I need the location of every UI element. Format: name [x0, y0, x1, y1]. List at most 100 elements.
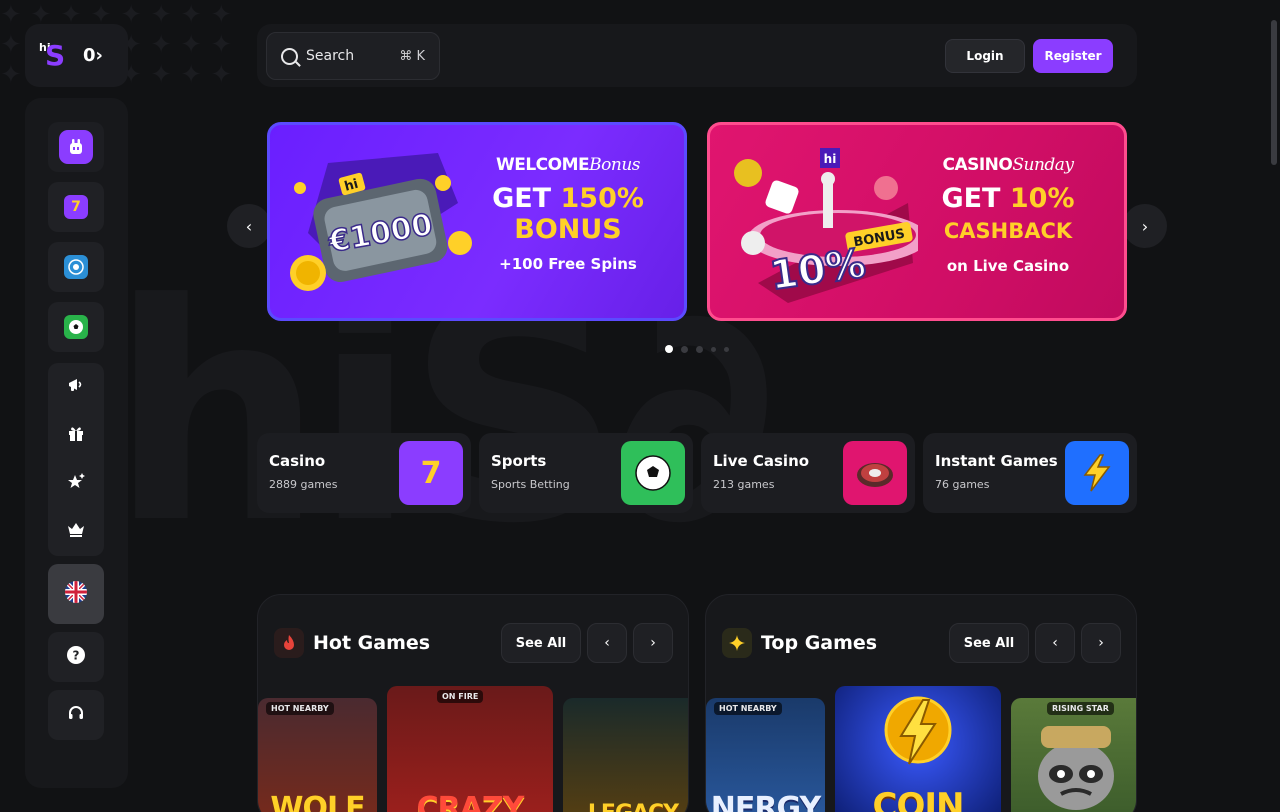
login-button[interactable]: Login	[945, 39, 1025, 73]
category-card-casino[interactable]: Casino 2889 games 7	[257, 433, 471, 513]
category-card-sports[interactable]: Sports Sports Betting	[479, 433, 693, 513]
section-title: Hot Games	[313, 632, 431, 654]
see-all-button[interactable]: See All	[949, 623, 1029, 663]
next-button[interactable]: ›	[633, 623, 673, 663]
banner-heading: CASINOSunday	[908, 155, 1108, 175]
raccoon-illustration	[1038, 726, 1114, 810]
game-card[interactable]: HOT NEARBY NERGY	[706, 698, 825, 812]
game-badge: RISING STAR	[1047, 702, 1114, 715]
page-scrollbar[interactable]	[1271, 20, 1277, 165]
top-bar: Search ⌘ K Login Register	[257, 24, 1137, 87]
game-card[interactable]: HOT NEARBY WOLF	[258, 698, 377, 812]
next-button[interactable]: ›	[1081, 623, 1121, 663]
casino-sunday-banner[interactable]: hi BONUS 10% CASINOSunday GET 10% CASHBA…	[707, 122, 1127, 321]
lightning-icon	[884, 696, 952, 765]
roulette-icon	[843, 441, 907, 505]
banner-offer-plain: GET	[492, 183, 561, 214]
category-card-live-casino[interactable]: Live Casino 213 games	[701, 433, 915, 513]
banner-heading: WELCOMEBonus	[468, 155, 668, 175]
roulette-icon	[64, 255, 88, 279]
sidebar-item-casino[interactable]: 7	[48, 182, 104, 232]
chevron-right-icon: ›	[1098, 635, 1104, 651]
game-card[interactable]: COIN	[835, 686, 1001, 812]
category-title: Casino	[269, 452, 326, 470]
search-button[interactable]: Search ⌘ K	[266, 32, 440, 80]
sidebar-item-promotions[interactable]	[48, 363, 104, 411]
category-card-instant-games[interactable]: Instant Games 76 games	[923, 433, 1137, 513]
banner-subtext: +100 Free Spins	[499, 255, 637, 273]
game-badge: ON FIRE	[437, 690, 484, 703]
sidebar-toggle-button[interactable]: 0›	[83, 45, 103, 66]
carousel-dot[interactable]	[665, 345, 673, 353]
game-title: WOLF	[270, 791, 365, 812]
carousel-dot[interactable]	[711, 346, 716, 352]
sparkle-star-icon	[66, 471, 86, 495]
sidebar-item-promo[interactable]	[48, 122, 104, 172]
megaphone-icon	[66, 375, 86, 399]
slot-seven-icon: 7	[64, 195, 88, 219]
category-title: Sports	[491, 452, 547, 470]
game-card[interactable]: ON FIRE CRAZY	[387, 686, 553, 812]
banner-heading-plain: CASINO	[942, 155, 1013, 175]
uk-flag-icon	[64, 580, 88, 608]
game-card[interactable]: LEGACY	[563, 698, 688, 812]
prev-button[interactable]: ‹	[587, 623, 627, 663]
soccer-ball-icon	[621, 441, 685, 505]
soccer-ball-icon	[64, 315, 88, 339]
logo-s: S	[45, 38, 66, 72]
category-subtitle: 76 games	[935, 478, 990, 491]
banner-offer-label: BONUS	[514, 214, 622, 245]
treasure-chest-illustration: hi €1000	[290, 153, 472, 291]
roulette-illustration: hi BONUS 10%	[734, 148, 918, 303]
game-badge: HOT NEARBY	[714, 702, 782, 715]
sidebar: 7 ?	[25, 98, 128, 788]
game-badge: HOT NEARBY	[266, 702, 334, 715]
sidebar-item-support[interactable]	[48, 690, 104, 740]
search-icon	[281, 47, 298, 65]
banner-offer: GET 150% BONUS	[468, 183, 668, 245]
sidebar-menu-group	[48, 363, 104, 556]
question-icon: ?	[66, 645, 86, 669]
banner-offer-plain: GET	[941, 183, 1010, 214]
game-title: LEGACY	[563, 801, 688, 812]
lightning-icon	[1065, 441, 1129, 505]
search-shortcut: ⌘ K	[399, 48, 425, 64]
see-all-button[interactable]: See All	[501, 623, 581, 663]
carousel-dot[interactable]	[724, 346, 729, 352]
game-card[interactable]: RISING STAR	[1011, 698, 1136, 812]
sidebar-item-vip[interactable]	[48, 507, 104, 555]
carousel-next-button[interactable]: ›	[1123, 204, 1167, 248]
banner-heading-plain: WELCOME	[495, 155, 590, 175]
prev-button[interactable]: ‹	[1035, 623, 1075, 663]
category-subtitle: Sports Betting	[491, 478, 570, 491]
carousel-dot[interactable]	[681, 345, 688, 353]
sidebar-item-favorites[interactable]	[48, 459, 104, 507]
banner-offer-value: 10%	[1009, 183, 1075, 214]
game-title: COIN	[872, 786, 965, 812]
chevron-left-icon: ‹	[604, 635, 610, 651]
welcome-bonus-text: WELCOMEBonus GET 150% BONUS +100 Free Sp…	[468, 155, 668, 273]
chevron-right-icon: ›	[650, 635, 656, 651]
register-button[interactable]: Register	[1033, 39, 1113, 73]
welcome-bonus-banner[interactable]: hi €1000 WELCOMEBonus GET 150% BONUS +10…	[267, 122, 687, 321]
carousel-dot[interactable]	[696, 345, 703, 353]
banner-subtext: on Live Casino	[946, 257, 1070, 275]
sidebar-item-live-casino[interactable]	[48, 242, 104, 292]
banner-offer-value: 150%	[560, 183, 644, 214]
roulette-hi-badge: hi	[824, 152, 837, 166]
category-title: Live Casino	[713, 452, 810, 470]
sidebar-item-gift[interactable]	[48, 411, 104, 459]
brand-logo[interactable]: hi S	[39, 38, 67, 72]
section-title: Top Games	[761, 632, 878, 654]
sidebar-item-language[interactable]	[48, 564, 104, 624]
casino-sunday-text: CASINOSunday GET 10% CASHBACK on Live Ca…	[908, 155, 1108, 275]
top-games-section: Top Games See All ‹ › HOT NEARBY NERGY C…	[705, 594, 1137, 812]
category-subtitle: 213 games	[713, 478, 775, 491]
sidebar-item-sports[interactable]	[48, 302, 104, 352]
carousel-dots	[665, 345, 729, 353]
slot-seven-icon: 7	[399, 441, 463, 505]
banner-offer-label: CASHBACK	[943, 219, 1073, 243]
sparkle-icon	[722, 628, 752, 658]
sidebar-item-help[interactable]: ?	[48, 632, 104, 682]
carousel-prev-button[interactable]: ‹	[227, 204, 271, 248]
